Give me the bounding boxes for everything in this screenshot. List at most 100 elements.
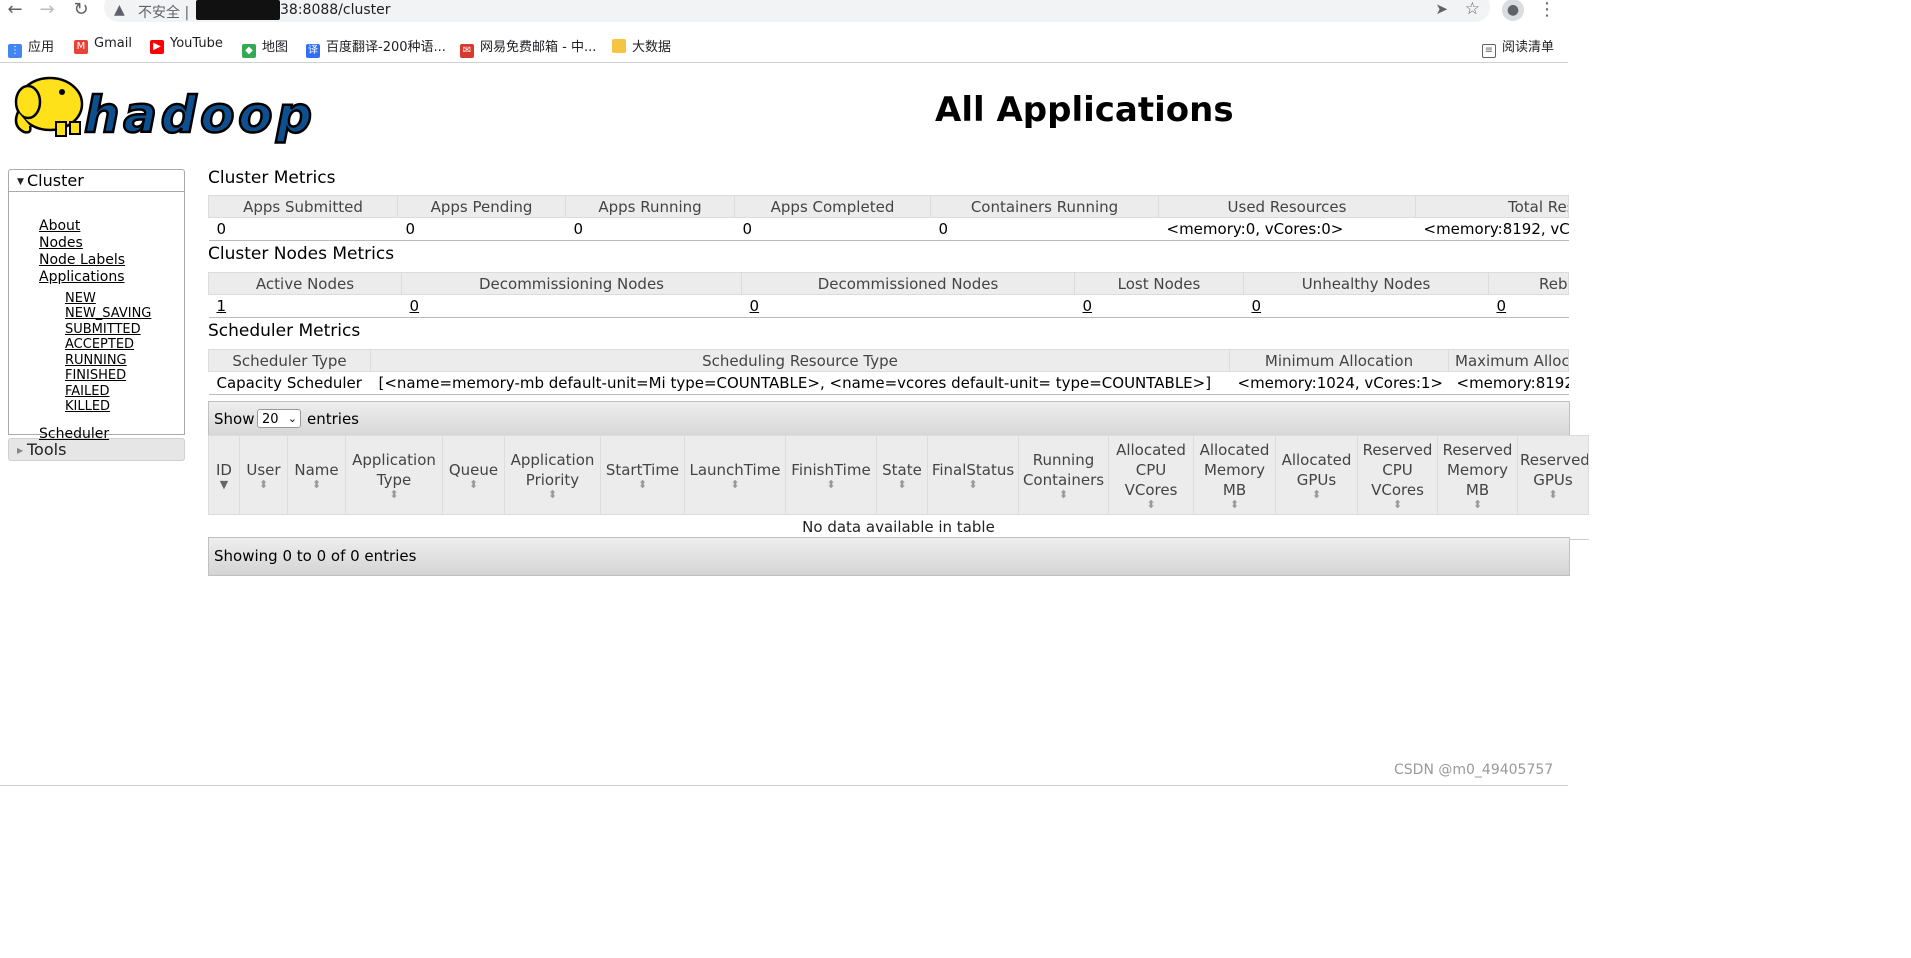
svg-text:hadoop: hadoop [84,86,312,144]
bookmark-star-icon[interactable]: ☆ [1465,0,1480,19]
chevron-down-icon: ⌄ [287,412,297,425]
sort-column-running-containers[interactable]: Running Containers ⬍ [1018,435,1109,515]
bookmarks-bar: ⋮ 应用 M Gmail ▶ YouTube ◆ 地图 译百度翻译-200种语... ✉… [0,30,1568,63]
address-bar[interactable]: ▲ 不安全 | 38:8088/cluster ➤ ☆ [104,0,1490,22]
decommissioning-nodes-link[interactable]: 0 [410,297,420,315]
sort-icon: ⬍ [1146,498,1156,511]
lost-nodes-link[interactable]: 0 [1083,297,1093,315]
sort-column-allocated-cpu-vcores[interactable]: Allocated CPU VCores ⬍ [1108,435,1194,515]
table-row: 0 0 0 0 0 <memory:0, vCores:0> <memory:8… [208,217,1569,241]
sort-column-reserved-memory-mb[interactable]: Reserved Memory MB ⬍ [1437,435,1518,515]
more-menu-icon[interactable]: ⋮ [1538,0,1556,20]
triangle-right-icon: ▶ [17,446,24,455]
sort-icon: ⬍ [730,478,740,491]
sort-icon: ⬍ [1548,488,1558,501]
sidebar: ▼ Cluster About Nodes Node Labels Applica… [8,169,185,461]
back-arrow-icon[interactable]: ← [4,0,26,22]
bookmark-bigdata-folder[interactable]: 大数据 [612,36,671,55]
sort-icon: ⬍ [1311,488,1322,501]
reload-icon[interactable]: ↻ [70,0,92,22]
sort-icon: ⬍ [1472,498,1483,511]
sidebar-link-node-labels[interactable]: Node Labels [39,252,125,268]
sidebar-state-submitted[interactable]: SUBMITTED [65,322,141,337]
column-header: Unhealthy Nodes [1243,272,1489,295]
sidebar-state-new-saving[interactable]: NEW_SAVING [65,306,151,321]
applications-table: ID ▼ User ⬍ Name ⬍ Application Type ⬍ Queue ⬍… [208,435,1589,540]
sort-desc-icon: ▼ [219,478,229,491]
apps-grid-icon: ⋮ [8,44,22,58]
sort-column-allocated-gpus[interactable]: Allocated GPUs ⬍ [1275,435,1358,515]
sidebar-state-failed[interactable]: FAILED [65,384,109,399]
sort-column-user[interactable]: User ⬍ [239,435,288,515]
bookmark-netease-mail[interactable]: ✉ 网易免费邮箱 - 中... [460,36,596,58]
page-divider [0,785,1568,786]
bookmark-youtube[interactable]: ▶ YouTube [150,36,223,54]
sidebar-link-scheduler[interactable]: Scheduler [39,426,109,442]
page-title: All Applications [935,90,1234,130]
bookmark-gmail[interactable]: M Gmail [74,36,132,54]
folder-icon [612,39,626,53]
sort-column-reserved-cpu-vcores[interactable]: Reserved CPU VCores ⬍ [1357,435,1438,515]
decommissioned-nodes-link[interactable]: 0 [750,297,760,315]
sort-icon: ⬍ [1229,498,1240,511]
table-cell: 0 [208,217,398,241]
sort-column-starttime[interactable]: StartTime ⬍ [600,435,685,515]
sort-icon: ⬍ [637,478,648,491]
bookmark-maps[interactable]: ◆ 地图 [242,36,288,58]
sort-column-application-type[interactable]: Application Type ⬍ [345,435,443,515]
cluster-nodes-metrics-table: Active Nodes Decommissioning Nodes Decom… [208,272,1569,318]
sidebar-state-accepted[interactable]: ACCEPTED [65,337,134,352]
table-cell: 0 [401,294,742,318]
sort-column-state[interactable]: State ⬍ [876,435,928,515]
sort-column-finalstatus[interactable]: FinalStatus ⬍ [927,435,1019,515]
sidebar-state-killed[interactable]: KILLED [65,399,110,414]
show-label: Show [214,410,255,428]
reading-list[interactable]: ≡ 阅读清单 [1482,36,1554,58]
table-cell: 1 [208,294,402,318]
table-header-row: Scheduler Type Scheduling Resource Type … [208,349,1569,372]
insecure-label: 不安全 | [138,5,190,21]
sort-column-finishtime[interactable]: FinishTime ⬍ [785,435,877,515]
sort-column-id[interactable]: ID ▼ [208,435,240,515]
cluster-metrics-table: Apps Submitted Apps Pending Apps Running… [208,195,1569,241]
forward-arrow-icon[interactable]: → [36,0,58,22]
sort-icon: ⬍ [1058,488,1069,501]
table-cell: <memory:8192, vCores:8> [1415,217,1569,241]
cluster-accordion-body: About Nodes Node Labels Applications NEW… [8,192,185,442]
profile-avatar-icon[interactable]: ● [1502,0,1524,21]
send-tab-icon[interactable]: ➤ [1435,0,1448,18]
sort-column-allocated-memory-mb[interactable]: Allocated Memory MB ⬍ [1193,435,1276,515]
sort-column-application-priority[interactable]: Application Priority ⬍ [504,435,601,515]
sidebar-state-running[interactable]: RUNNING [65,353,127,368]
active-nodes-link[interactable]: 1 [217,297,227,315]
cluster-accordion-header[interactable]: ▼ Cluster [8,169,185,192]
gmail-icon: M [74,40,88,54]
column-header: Used Resources [1158,195,1416,218]
sort-column-name[interactable]: Name ⬍ [287,435,346,515]
column-header: Rebooted Nodes [1488,272,1569,295]
bookmark-baidu-translate[interactable]: 译百度翻译-200种语... [306,36,446,58]
sidebar-link-applications[interactable]: Applications [39,269,125,285]
reading-list-icon: ≡ [1482,44,1496,58]
rebooted-nodes-link[interactable]: 0 [1497,297,1507,315]
youtube-icon: ▶ [150,40,164,54]
sort-icon: ⬍ [547,488,558,501]
column-header: Apps Running [565,195,735,218]
sort-column-queue[interactable]: Queue ⬍ [442,435,505,515]
sidebar-state-new[interactable]: NEW [65,291,96,306]
page-size-select[interactable]: 20 ⌄ [257,409,301,428]
sort-icon: ⬍ [468,478,479,491]
sidebar-state-finished[interactable]: FINISHED [65,368,126,383]
column-header: Decommissioned Nodes [741,272,1075,295]
sidebar-link-nodes[interactable]: Nodes [39,235,83,251]
table-cell: 0 [930,217,1159,241]
sort-column-launchtime[interactable]: LaunchTime ⬍ [684,435,786,515]
column-header: Active Nodes [208,272,402,295]
table-cell: 0 [734,217,931,241]
column-header: Minimum Allocation [1229,349,1449,372]
unhealthy-nodes-link[interactable]: 0 [1252,297,1262,315]
sort-column-reserved-gpus[interactable]: Reserved GPUs ⬍ [1517,435,1589,515]
bookmark-apps[interactable]: ⋮ 应用 [8,36,54,58]
sidebar-link-about[interactable]: About [39,218,80,234]
table-cell: 0 [1074,294,1244,318]
